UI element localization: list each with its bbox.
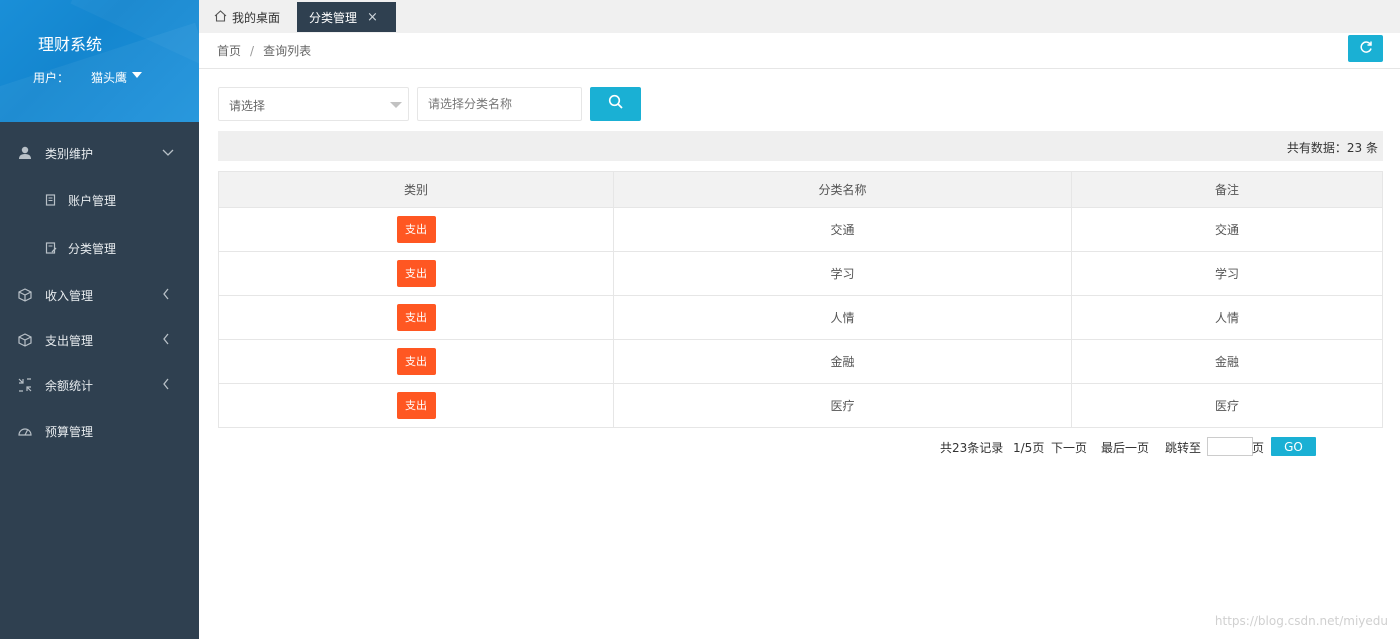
note-cell: 金融 [1071, 339, 1383, 384]
next-page-link[interactable]: 下一页 [1051, 439, 1087, 456]
breadcrumb-current: 查询列表 [263, 44, 312, 58]
category-select-value: 请选择 [229, 99, 266, 113]
table-row: 支出 医疗 医疗 [218, 383, 1383, 428]
breadcrumb-bar: 首页 / 查询列表 [199, 33, 1400, 69]
user-name: 猫头鹰 [91, 71, 128, 85]
data-count-text: 共有数据：23 条 [1286, 141, 1378, 155]
watermark: https://blog.csdn.net/miyedu [1214, 614, 1388, 628]
chevron-left-icon [162, 378, 170, 393]
shrink-icon [18, 378, 32, 392]
name-cell: 学习 [613, 251, 1072, 296]
sidebar-item-income[interactable]: 收入管理 [0, 275, 199, 315]
sidebar-item-label: 支出管理 [45, 333, 94, 348]
tab-home[interactable]: 我的桌面 [199, 2, 297, 32]
sidebar-item-category[interactable]: 类别维护 [0, 133, 199, 173]
type-cell: 支出 [218, 207, 614, 252]
page-indicator: 1/5页 [1013, 441, 1045, 455]
last-page-link[interactable]: 最后一页 [1101, 439, 1149, 456]
sidebar-item-label: 分类管理 [68, 241, 117, 256]
breadcrumb-separator: / [250, 44, 255, 58]
category-table: 类别 分类名称 备注 支出 交通 交通 支出 学习 学习 支出 人情 人情 支出… [218, 171, 1383, 428]
data-count-bar: 共有数据：23 条 [218, 131, 1383, 161]
column-header: 备注 [1071, 171, 1383, 208]
page-unit-label: 页 [1252, 441, 1265, 455]
app-title: 理财系统 [38, 35, 103, 54]
name-cell: 交通 [613, 207, 1072, 252]
chevron-down-icon [162, 146, 174, 160]
sidebar-item-classify[interactable]: 分类管理 [0, 228, 199, 268]
user-icon [18, 146, 32, 160]
breadcrumb: 首页 / 查询列表 [217, 42, 311, 59]
refresh-button[interactable] [1348, 35, 1383, 62]
search-icon [608, 94, 624, 114]
sidebar-item-label: 预算管理 [45, 424, 94, 439]
sidebar-item-budget[interactable]: 预算管理 [0, 411, 199, 451]
sidebar-item-expense[interactable]: 支出管理 [0, 320, 199, 360]
caret-down-icon [390, 102, 402, 108]
search-button[interactable] [590, 87, 641, 121]
sidebar-item-balance[interactable]: 余额统计 [0, 365, 199, 405]
close-icon[interactable]: × [367, 10, 378, 25]
tab-bar: 我的桌面 分类管理 × [199, 0, 1400, 33]
jump-label: 跳转至 [1165, 441, 1202, 455]
sidebar: 理财系统 用户： 猫头鹰 类别维护 账户管理 分类管理 收入管理 支出管理 余额… [0, 0, 199, 639]
refresh-icon [1359, 40, 1373, 58]
cube-icon [18, 333, 32, 347]
sidebar-item-label: 类别维护 [45, 146, 94, 161]
sidebar-item-label: 账户管理 [68, 193, 117, 208]
note-cell: 交通 [1071, 207, 1383, 252]
type-cell: 支出 [218, 295, 614, 340]
jump-page-input[interactable] [1207, 437, 1253, 456]
breadcrumb-home[interactable]: 首页 [217, 44, 241, 58]
table-header-row: 类别 分类名称 备注 [218, 171, 1383, 208]
go-button[interactable]: GO [1271, 437, 1316, 456]
home-icon [214, 9, 227, 25]
note-cell: 学习 [1071, 251, 1383, 296]
type-cell: 支出 [218, 251, 614, 296]
caret-down-icon [132, 71, 143, 78]
expense-tag[interactable]: 支出 [396, 260, 436, 287]
sidebar-item-label: 余额统计 [45, 378, 94, 393]
note-cell: 人情 [1071, 295, 1383, 340]
user-label: 用户： [33, 71, 70, 85]
expense-tag[interactable]: 支出 [396, 304, 436, 331]
expense-tag[interactable]: 支出 [396, 216, 436, 243]
category-name-input[interactable] [417, 87, 582, 121]
sidebar-header: 理财系统 用户： 猫头鹰 [0, 0, 199, 122]
column-header: 类别 [218, 171, 614, 208]
doc-icon [45, 194, 57, 206]
name-cell: 人情 [613, 295, 1072, 340]
gauge-icon [18, 424, 32, 438]
chevron-left-icon [162, 288, 170, 303]
user-menu[interactable]: 用户： 猫头鹰 [33, 69, 143, 86]
note-cell: 医疗 [1071, 383, 1383, 428]
tab-home-label: 我的桌面 [232, 10, 281, 25]
type-cell: 支出 [218, 339, 614, 384]
tab-classify-label: 分类管理 [309, 10, 358, 25]
name-cell: 金融 [613, 339, 1072, 384]
table-row: 支出 交通 交通 [218, 207, 1383, 252]
table-row: 支出 人情 人情 [218, 295, 1383, 340]
name-cell: 医疗 [613, 383, 1072, 428]
cube-icon [18, 288, 32, 302]
type-cell: 支出 [218, 383, 614, 428]
total-records: 共23条记录 [940, 441, 1004, 455]
table-row: 支出 学习 学习 [218, 251, 1383, 296]
column-header: 分类名称 [613, 171, 1072, 208]
tab-classify[interactable]: 分类管理 × [297, 2, 396, 32]
chevron-left-icon [162, 333, 170, 348]
table-row: 支出 金融 金融 [218, 339, 1383, 384]
category-select[interactable]: 请选择 [218, 87, 409, 121]
sidebar-item-label: 收入管理 [45, 288, 94, 303]
doc-edit-icon [45, 242, 57, 254]
expense-tag[interactable]: 支出 [396, 392, 436, 419]
expense-tag[interactable]: 支出 [396, 348, 436, 375]
sidebar-item-account[interactable]: 账户管理 [0, 180, 199, 220]
